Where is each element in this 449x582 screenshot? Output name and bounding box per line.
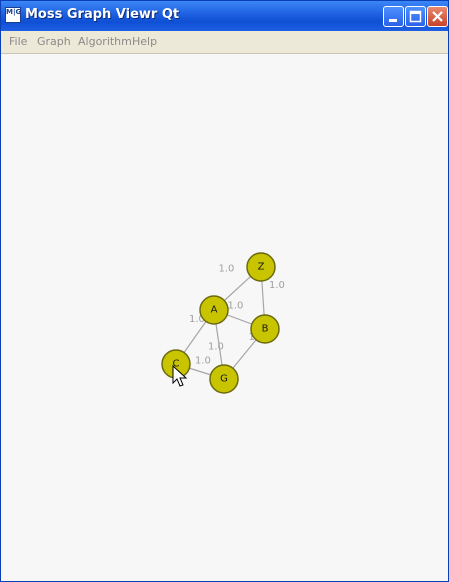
node-label: A [211, 305, 218, 316]
graph-node-b[interactable]: B [250, 314, 280, 344]
menu-help[interactable]: Help [132, 35, 157, 48]
graph-canvas[interactable]: 1.01.01.01.01.01.01.0 ZABCG [2, 54, 448, 581]
edge-weight-label: 1.0 [219, 264, 235, 275]
title-bar[interactable]: M|G Moss Graph Viewr Qt [1, 1, 448, 31]
node-label: Z [258, 262, 265, 273]
minimize-button[interactable] [383, 6, 404, 27]
menu-algorithm[interactable]: Algorithm [78, 35, 132, 48]
window-title: Moss Graph Viewr Qt [25, 7, 180, 22]
graph-node-g[interactable]: G [209, 364, 239, 394]
menu-bar: File Graph Algorithm Help [1, 31, 448, 54]
edge-weight-label: 1.0 [228, 301, 244, 312]
menu-graph[interactable]: Graph [37, 35, 71, 48]
node-label: G [220, 374, 228, 385]
edge-weight-label: 1.0 [195, 356, 211, 367]
app-icon[interactable]: M|G [5, 7, 21, 23]
maximize-icon [409, 10, 422, 23]
main-window: M|G Moss Graph Viewr Qt File Graph Algor… [0, 0, 449, 582]
minimize-icon [389, 19, 397, 22]
maximize-button[interactable] [405, 6, 426, 27]
graph-view[interactable]: 1.01.01.01.01.01.01.0 ZABCG [2, 54, 448, 581]
node-label: B [262, 324, 269, 335]
graph-node-a[interactable]: A [199, 295, 229, 325]
close-button[interactable] [427, 6, 448, 27]
edge-weight-label: 1.0 [269, 280, 285, 291]
menu-file[interactable]: File [9, 35, 27, 48]
edge-weight-label: 1.0 [208, 342, 224, 353]
graph-node-z[interactable]: Z [246, 252, 276, 282]
close-icon [432, 11, 443, 22]
